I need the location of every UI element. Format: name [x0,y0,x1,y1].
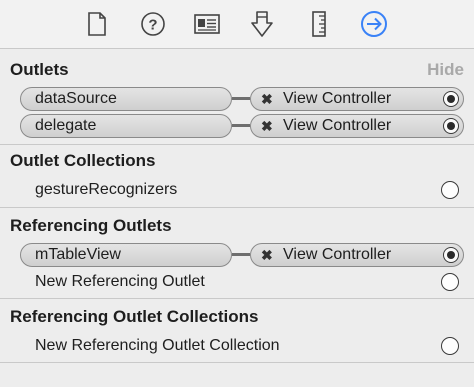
referencing-target-pill[interactable]: ✖ View Controller [250,243,464,267]
connected-dot-icon[interactable] [443,118,459,134]
svg-text:?: ? [148,17,157,34]
referencing-outlets-section-title: Referencing Outlets [10,216,172,235]
toolbar-divider [0,48,474,49]
new-referencing-outlet-label: New Referencing Outlet [35,273,205,290]
inspector-toolbar: ? [0,0,474,48]
outlet-target-label: View Controller [283,117,392,134]
attributes-inspector-icon[interactable] [248,10,276,38]
outlet-target-label: View Controller [283,90,392,107]
connection-line [232,253,250,256]
quick-help-icon[interactable]: ? [139,10,167,38]
disconnect-icon[interactable]: ✖ [261,115,273,137]
section-divider [0,298,474,299]
size-inspector-icon[interactable] [305,10,333,38]
disconnect-icon[interactable]: ✖ [261,244,273,266]
new-referencing-outlet-collection-label: New Referencing Outlet Collection [35,337,280,354]
outlet-target-pill[interactable]: ✖ View Controller [250,114,464,138]
referencing-outlet-collections-section-title: Referencing Outlet Collections [10,307,259,326]
outlet-collections-section-title: Outlet Collections [10,151,156,170]
disconnect-icon[interactable]: ✖ [261,88,273,110]
section-divider [0,144,474,145]
referencing-source-pill[interactable]: mTableView [20,243,232,267]
connected-dot-icon[interactable] [443,247,459,263]
connection-line [232,124,250,127]
referencing-target-label: View Controller [283,246,392,263]
connected-dot-icon[interactable] [443,91,459,107]
hide-button[interactable]: Hide [427,60,464,80]
outlet-collection-label: gestureRecognizers [35,181,178,198]
section-divider [0,207,474,208]
outlets-section-title: Outlets [10,60,69,79]
identity-inspector-icon[interactable] [193,10,221,38]
connection-line [232,97,250,100]
connections-inspector-icon[interactable] [360,10,388,38]
connect-circle-icon[interactable] [441,181,459,199]
outlet-target-pill[interactable]: ✖ View Controller [250,87,464,111]
outlet-source-pill[interactable]: dataSource [20,87,232,111]
section-divider [0,362,474,363]
outlet-source-pill[interactable]: delegate [20,114,232,138]
connect-circle-icon[interactable] [441,273,459,291]
connect-circle-icon[interactable] [441,337,459,355]
file-inspector-icon[interactable] [83,10,111,38]
